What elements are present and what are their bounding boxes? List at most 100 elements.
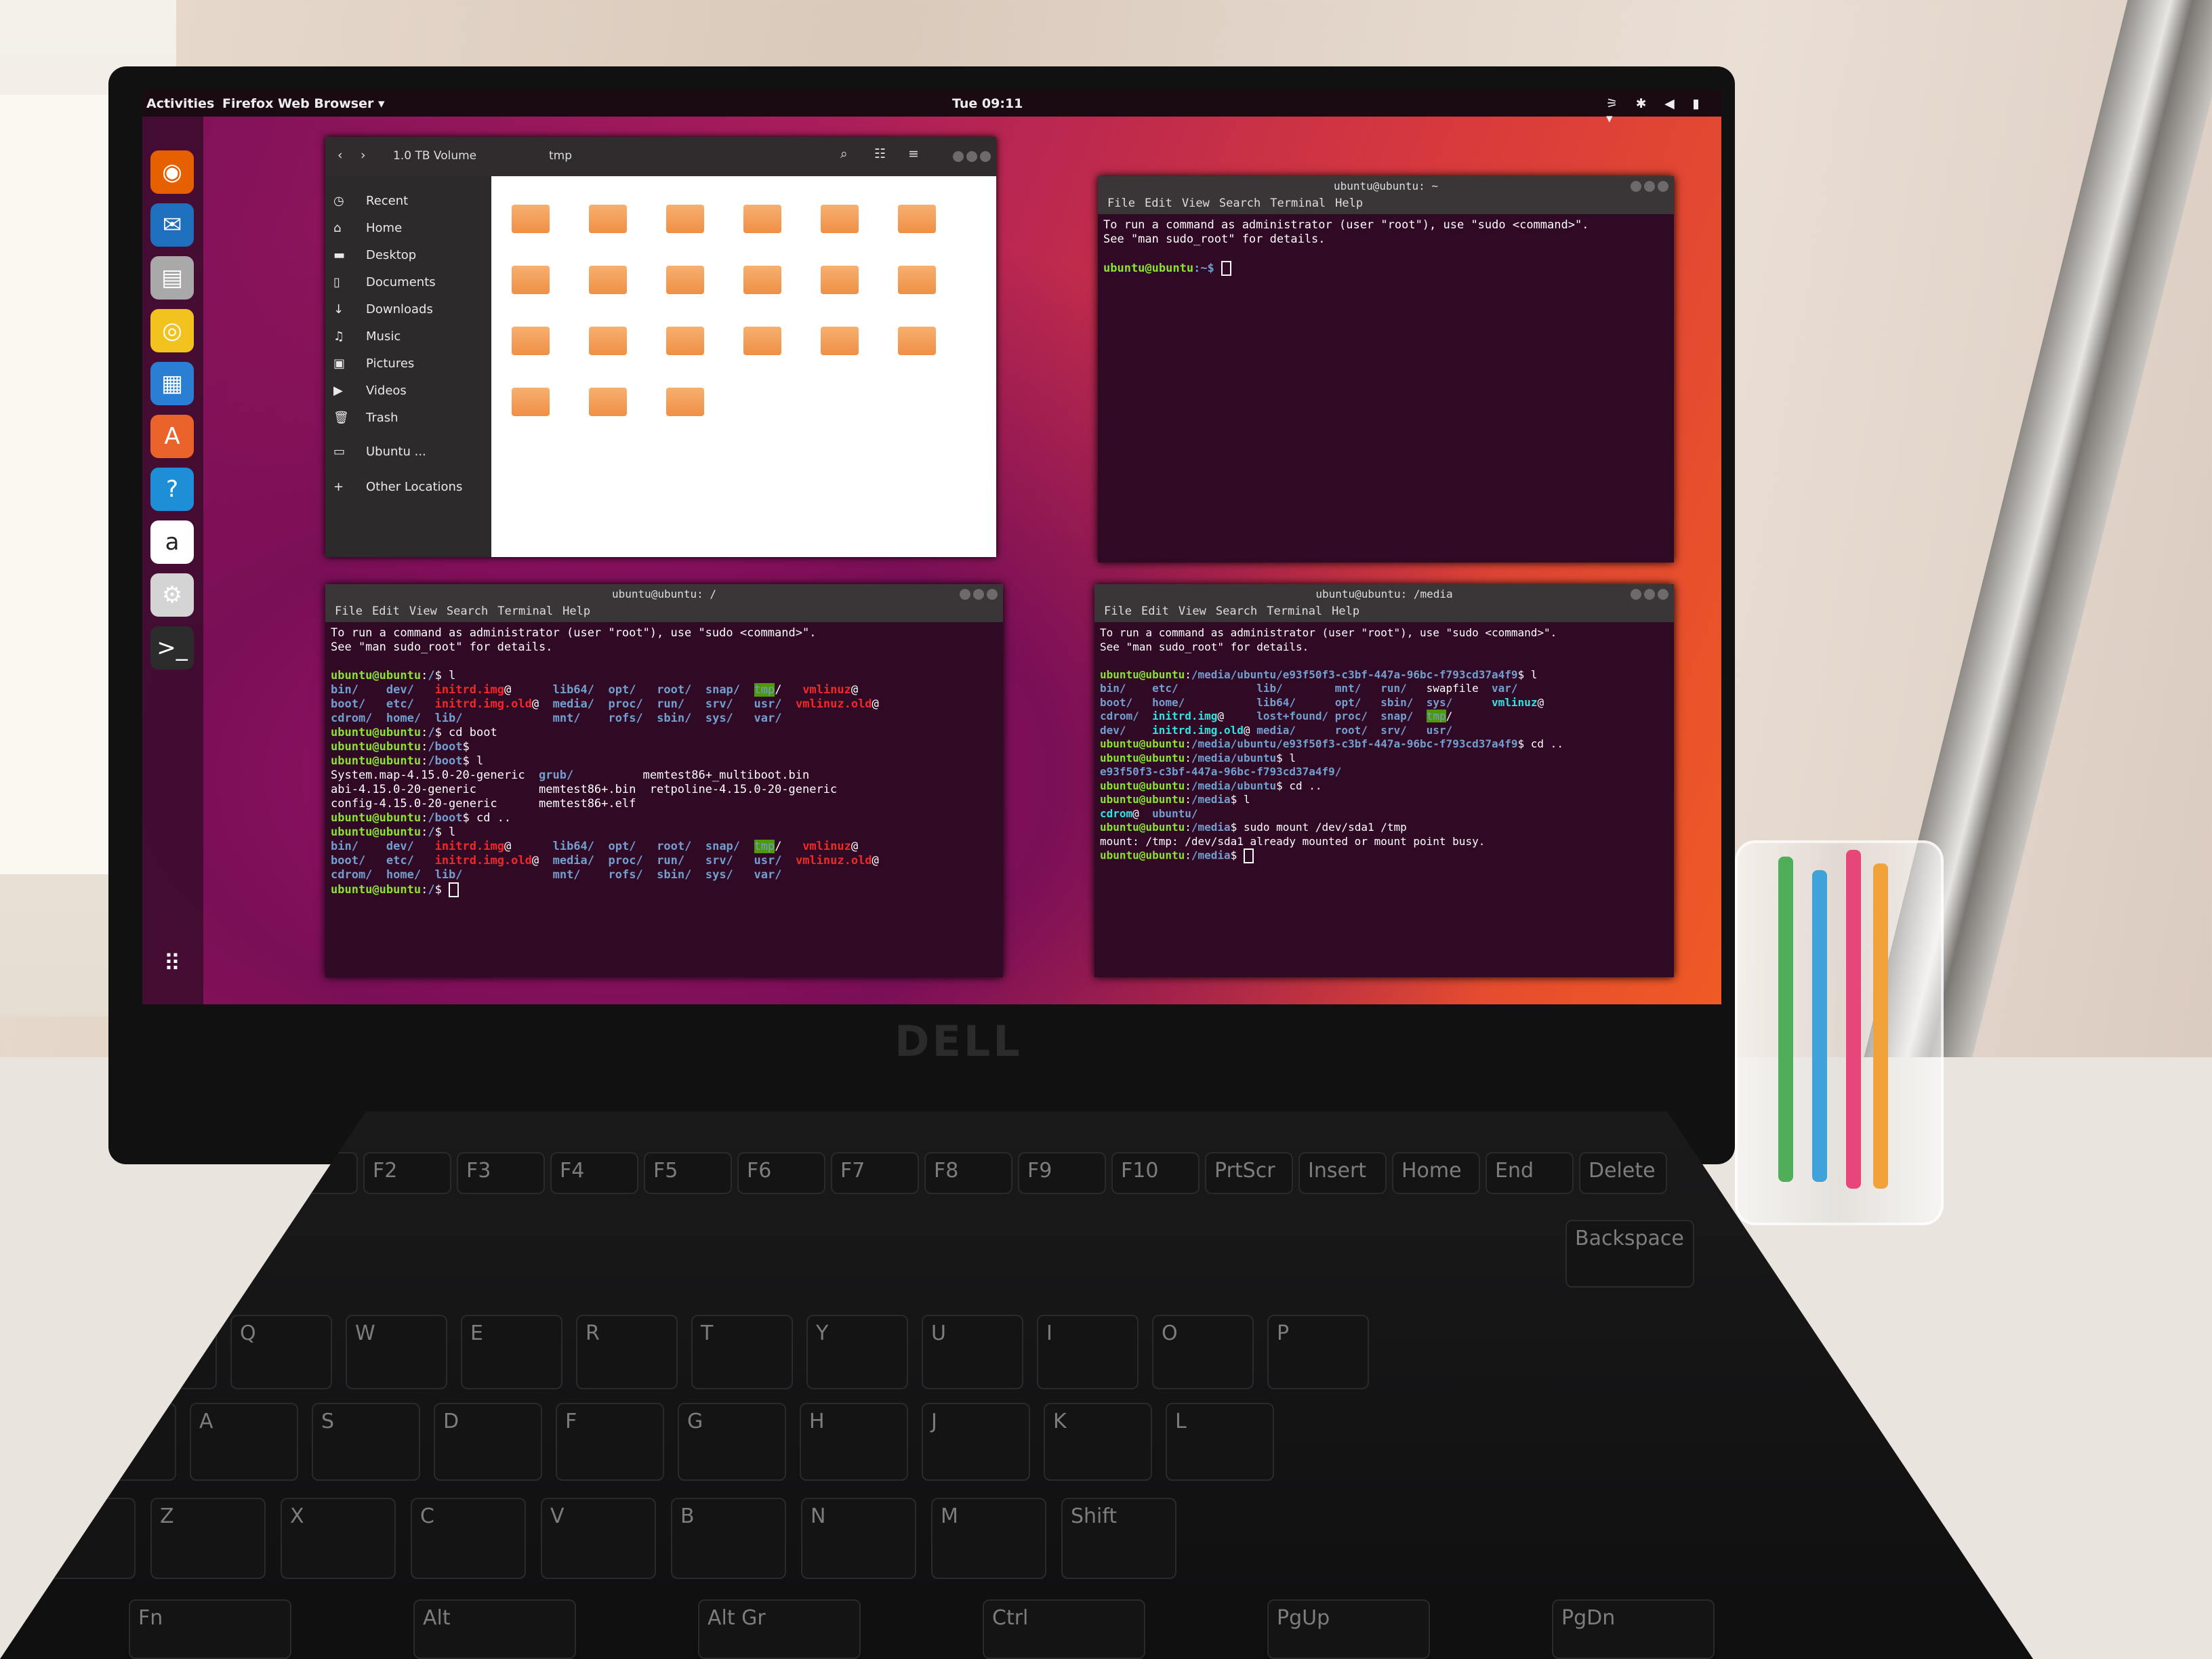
key-f3[interactable]: F3 bbox=[457, 1152, 545, 1194]
key-f4[interactable]: F4 bbox=[550, 1152, 638, 1194]
key-f[interactable]: F bbox=[556, 1403, 664, 1481]
key-ctrl[interactable]: Ctrl bbox=[983, 1599, 1145, 1659]
window-controls[interactable] bbox=[957, 589, 998, 602]
key-q[interactable]: Q bbox=[230, 1315, 332, 1389]
clock[interactable]: Tue 09:11 bbox=[952, 96, 1023, 111]
search-icon[interactable]: ⌕ bbox=[840, 146, 848, 161]
key-f5[interactable]: F5 bbox=[644, 1152, 732, 1194]
key-w[interactable]: W bbox=[346, 1315, 447, 1389]
key-c[interactable]: C bbox=[411, 1498, 526, 1579]
folder-icon[interactable] bbox=[666, 205, 704, 233]
key-alt[interactable]: Alt bbox=[413, 1599, 576, 1659]
sidebar-item[interactable]: Downloads bbox=[366, 302, 433, 316]
key-shift[interactable]: Shift bbox=[1061, 1498, 1176, 1579]
terminal-output[interactable]: To run a command as administrator (user … bbox=[325, 622, 1003, 901]
software-icon[interactable]: A bbox=[150, 415, 194, 458]
folder-icon[interactable] bbox=[589, 266, 627, 294]
terminal-media[interactable]: ubuntu@ubuntu: /media File Edit View Search… bbox=[1094, 584, 1674, 977]
back-icon[interactable]: ‹ bbox=[337, 148, 343, 163]
sidebar-item[interactable]: Pictures bbox=[366, 356, 414, 371]
key-v[interactable]: V bbox=[541, 1498, 656, 1579]
menu-edit[interactable]: Edit bbox=[1145, 197, 1172, 210]
window-controls[interactable] bbox=[1628, 589, 1668, 602]
key-alt-gr[interactable]: Alt Gr bbox=[698, 1599, 861, 1659]
folder-icon[interactable] bbox=[821, 327, 859, 355]
folder-icon[interactable] bbox=[512, 388, 550, 416]
folder-icon[interactable] bbox=[743, 327, 781, 355]
menu-edit[interactable]: Edit bbox=[372, 605, 400, 618]
key-pgup[interactable]: PgUp bbox=[1267, 1599, 1430, 1659]
key-r[interactable]: R bbox=[576, 1315, 678, 1389]
key-delete[interactable]: Delete bbox=[1579, 1152, 1667, 1194]
menu-search[interactable]: Search bbox=[1216, 605, 1257, 618]
key-j[interactable]: J bbox=[922, 1403, 1030, 1481]
menu-help[interactable]: Help bbox=[562, 605, 590, 618]
key-f8[interactable]: F8 bbox=[924, 1152, 1012, 1194]
menu-view[interactable]: View bbox=[1182, 197, 1210, 210]
terminal-icon[interactable]: >_ bbox=[150, 626, 194, 670]
key-t[interactable]: T bbox=[691, 1315, 793, 1389]
folder-icon[interactable] bbox=[898, 205, 936, 233]
folder-icon[interactable] bbox=[743, 205, 781, 233]
menu-terminal[interactable]: Terminal bbox=[1270, 197, 1326, 210]
folder-icon[interactable] bbox=[821, 266, 859, 294]
key-e[interactable]: E bbox=[461, 1315, 562, 1389]
folder-icon[interactable] bbox=[589, 388, 627, 416]
folder-icon[interactable] bbox=[512, 266, 550, 294]
window-controls[interactable] bbox=[950, 150, 991, 165]
key-s[interactable]: S bbox=[312, 1403, 420, 1481]
key-f9[interactable]: F9 bbox=[1018, 1152, 1106, 1194]
sidebar-item[interactable]: Desktop bbox=[366, 248, 416, 262]
firefox-icon[interactable]: ◉ bbox=[150, 150, 194, 194]
terminal-root[interactable]: ubuntu@ubuntu: / File Edit View Search Termi… bbox=[325, 584, 1003, 977]
terminal-output[interactable]: To run a command as administrator (user … bbox=[1098, 214, 1674, 280]
menu-terminal[interactable]: Terminal bbox=[1267, 605, 1322, 618]
key-u[interactable]: U bbox=[922, 1315, 1023, 1389]
rhythmbox-icon[interactable]: ◎ bbox=[150, 309, 194, 352]
folder-icon[interactable] bbox=[512, 327, 550, 355]
view-toggle-icon[interactable]: ☷ bbox=[874, 146, 886, 161]
help-icon[interactable]: ? bbox=[150, 468, 194, 511]
sidebar-item[interactable]: Home bbox=[366, 221, 402, 235]
folder-icon[interactable] bbox=[589, 327, 627, 355]
menu-file[interactable]: File bbox=[335, 605, 363, 618]
writer-icon[interactable]: ▦ bbox=[150, 362, 194, 405]
path-folder[interactable]: tmp bbox=[549, 149, 572, 163]
key-z[interactable]: Z bbox=[150, 1498, 266, 1579]
sidebar-item[interactable]: Ubuntu ... bbox=[366, 445, 426, 459]
key-n[interactable]: N bbox=[801, 1498, 916, 1579]
key-end[interactable]: End bbox=[1486, 1152, 1574, 1194]
key-home[interactable]: Home bbox=[1392, 1152, 1480, 1194]
folder-icon[interactable] bbox=[666, 388, 704, 416]
menu-edit[interactable]: Edit bbox=[1141, 605, 1169, 618]
window-controls[interactable] bbox=[1628, 181, 1668, 194]
folder-icon[interactable] bbox=[898, 266, 936, 294]
key-y[interactable]: Y bbox=[806, 1315, 908, 1389]
files-icon[interactable]: ▤ bbox=[150, 256, 194, 300]
show-applications-icon[interactable]: ⠿ bbox=[150, 942, 194, 985]
menu-view[interactable]: View bbox=[1179, 605, 1206, 618]
key-b[interactable]: B bbox=[671, 1498, 786, 1579]
sidebar-item[interactable]: Other Locations bbox=[366, 480, 462, 494]
app-menu[interactable]: Firefox Web Browser ▾ bbox=[222, 96, 385, 111]
key-insert[interactable]: Insert bbox=[1298, 1152, 1387, 1194]
menu-file[interactable]: File bbox=[1107, 197, 1135, 210]
key-g[interactable]: G bbox=[678, 1403, 786, 1481]
key-prtscr[interactable]: PrtScr bbox=[1205, 1152, 1293, 1194]
key-m[interactable]: M bbox=[931, 1498, 1046, 1579]
key-f7[interactable]: F7 bbox=[831, 1152, 919, 1194]
menu-view[interactable]: View bbox=[409, 605, 437, 618]
key-fn[interactable]: Fn bbox=[129, 1599, 291, 1659]
key-i[interactable]: I bbox=[1037, 1315, 1139, 1389]
key-o[interactable]: O bbox=[1152, 1315, 1254, 1389]
folder-icon[interactable] bbox=[589, 205, 627, 233]
key-f6[interactable]: F6 bbox=[737, 1152, 825, 1194]
menu-help[interactable]: Help bbox=[1335, 197, 1363, 210]
settings-icon[interactable]: ⚙ bbox=[150, 573, 194, 617]
terminal-home[interactable]: ubuntu@ubuntu: ~ File Edit View Search Termi… bbox=[1098, 176, 1674, 562]
key-f10[interactable]: F10 bbox=[1111, 1152, 1200, 1194]
key-l[interactable]: L bbox=[1166, 1403, 1274, 1481]
menu-search[interactable]: Search bbox=[1219, 197, 1261, 210]
terminal-output[interactable]: To run a command as administrator (user … bbox=[1094, 622, 1674, 867]
key-p[interactable]: P bbox=[1267, 1315, 1369, 1389]
